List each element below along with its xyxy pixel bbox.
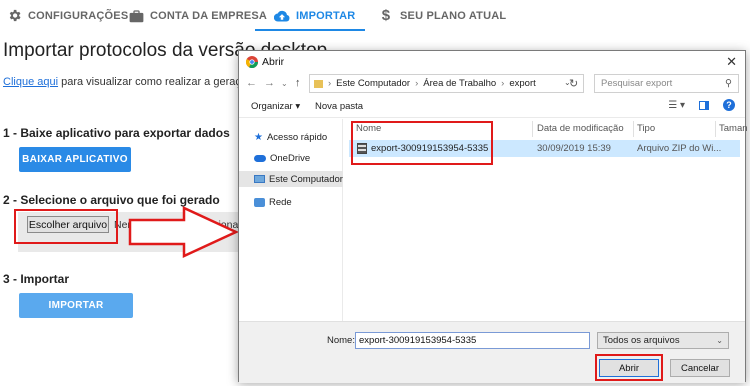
help-link[interactable]: Clique aqui xyxy=(3,76,58,88)
filename-input[interactable]: export-300919153954-5335 xyxy=(355,332,590,349)
step-1-heading: 1 - Baixe aplicativo para exportar dados xyxy=(3,126,230,140)
view-options-icon[interactable]: ☰ ▾ xyxy=(668,100,685,111)
highlight-open-button xyxy=(595,354,663,381)
search-icon: ⚲ xyxy=(725,78,732,89)
nav-tab-label: SEU PLANO ATUAL xyxy=(400,9,507,22)
file-type: Arquivo ZIP do Wi... xyxy=(637,143,722,154)
help-line: Clique aqui para visualizar como realiza… xyxy=(3,76,268,88)
breadcrumb-item[interactable]: Este Computador xyxy=(336,78,410,89)
chevron-down-icon: ⌄ xyxy=(716,336,723,345)
dollar-icon: $ xyxy=(381,7,391,24)
nav-tab-conta-empresa[interactable]: CONTA DA EMPRESA xyxy=(128,0,267,31)
highlight-file-name xyxy=(351,121,493,165)
navigation-pane: ★ Acesso rápido OneDrive Este Computador… xyxy=(239,119,343,321)
preview-pane-icon[interactable] xyxy=(699,100,709,110)
nav-pane-quick-access[interactable]: ★ Acesso rápido xyxy=(239,129,343,145)
cloud-upload-icon xyxy=(274,8,290,24)
filetype-value: Todos os arquivos xyxy=(603,335,680,346)
cloud-icon xyxy=(254,154,266,162)
search-input[interactable]: Pesquisar export ⚲ xyxy=(594,74,739,93)
organize-label: Organizar xyxy=(251,101,293,112)
star-icon: ★ xyxy=(254,131,263,143)
download-app-button[interactable]: BAIXAR APLICATIVO xyxy=(19,147,131,172)
briefcase-icon xyxy=(128,8,144,24)
column-type[interactable]: Tipo xyxy=(637,123,655,134)
column-divider[interactable] xyxy=(633,121,634,137)
column-modified[interactable]: Data de modificação xyxy=(537,123,624,134)
breadcrumb-item[interactable]: Área de Trabalho xyxy=(423,78,496,89)
address-row: ← → ⌄ ↑ › Este Computador › Área de Trab… xyxy=(239,73,745,95)
help-icon[interactable]: ? xyxy=(723,99,735,111)
nav-pane-network[interactable]: Rede xyxy=(239,194,343,210)
forward-arrow-icon[interactable]: → xyxy=(264,77,275,89)
dialog-footer: Nome: export-300919153954-5335 Todos os … xyxy=(239,321,745,383)
step-3-heading: 3 - Importar xyxy=(3,272,70,286)
nav-tab-label: CONTA DA EMPRESA xyxy=(150,9,268,22)
breadcrumb-item[interactable]: export xyxy=(509,78,535,89)
computer-icon xyxy=(254,175,265,183)
nav-tab-importar[interactable]: IMPORTAR xyxy=(274,0,355,31)
dialog-toolbar: Organizar ▾ Nova pasta ☰ ▾ ? xyxy=(239,96,745,118)
step-2-heading: 2 - Selecione o arquivo que foi gerado xyxy=(3,193,220,207)
nav-pane-onedrive[interactable]: OneDrive xyxy=(239,150,343,166)
address-bar[interactable]: › Este Computador › Área de Trabalho › e… xyxy=(309,74,584,93)
refresh-icon[interactable]: ↻ xyxy=(569,77,578,90)
help-text: para visualizar como realizar a geração … xyxy=(58,76,269,88)
nav-tab-configuracoes[interactable]: CONFIGURAÇÕES xyxy=(6,0,128,31)
nav-pane-this-pc[interactable]: Este Computador xyxy=(239,171,343,187)
nav-pane-label: OneDrive xyxy=(270,152,311,164)
column-size[interactable]: Taman xyxy=(719,123,748,134)
up-arrow-icon[interactable]: ↑ xyxy=(295,77,301,89)
filetype-select[interactable]: Todos os arquivos ⌄ xyxy=(597,332,729,349)
nav-pane-label: Acesso rápido xyxy=(266,131,328,143)
view-controls: ☰ ▾ ? xyxy=(668,99,735,111)
breadcrumb-sep: › xyxy=(501,78,505,89)
nav-tab-plano[interactable]: $ SEU PLANO ATUAL xyxy=(378,0,506,31)
nav-tab-label: IMPORTAR xyxy=(296,9,356,22)
column-divider[interactable] xyxy=(532,121,533,137)
back-arrow-icon[interactable]: ← xyxy=(246,77,257,89)
dialog-titlebar: Abrir ✕ xyxy=(239,51,745,73)
nav-tab-label: CONFIGURAÇÕES xyxy=(28,9,129,22)
network-icon xyxy=(254,197,265,207)
open-file-dialog: Abrir ✕ ← → ⌄ ↑ › Este Computador › Área… xyxy=(238,50,748,383)
breadcrumb-sep: › xyxy=(415,78,419,89)
organize-button[interactable]: Organizar ▾ xyxy=(251,101,300,112)
import-button[interactable]: IMPORTAR xyxy=(19,293,133,318)
column-divider[interactable] xyxy=(715,121,716,137)
cancel-button[interactable]: Cancelar xyxy=(670,359,730,377)
recent-dropdown-icon[interactable]: ⌄ xyxy=(281,79,288,88)
breadcrumb-sep: › xyxy=(328,78,332,89)
folder-icon xyxy=(314,79,323,88)
new-folder-button[interactable]: Nova pasta xyxy=(315,101,363,112)
gear-icon xyxy=(6,8,22,24)
filename-label: Nome: xyxy=(327,335,355,346)
chrome-icon xyxy=(246,56,258,68)
dialog-title: Abrir xyxy=(262,56,285,68)
active-tab-indicator xyxy=(255,29,365,31)
red-arrow-annotation xyxy=(128,206,239,258)
close-icon[interactable]: ✕ xyxy=(726,54,737,70)
highlight-choose-file xyxy=(14,209,118,244)
search-placeholder: Pesquisar export xyxy=(601,78,673,89)
file-modified: 30/09/2019 15:39 xyxy=(537,143,611,154)
nav-pane-label: Este Computador xyxy=(269,173,343,185)
nav-pane-label: Rede xyxy=(269,196,292,208)
top-navigation: CONFIGURAÇÕES CONTA DA EMPRESA IMPORTAR … xyxy=(0,0,750,32)
